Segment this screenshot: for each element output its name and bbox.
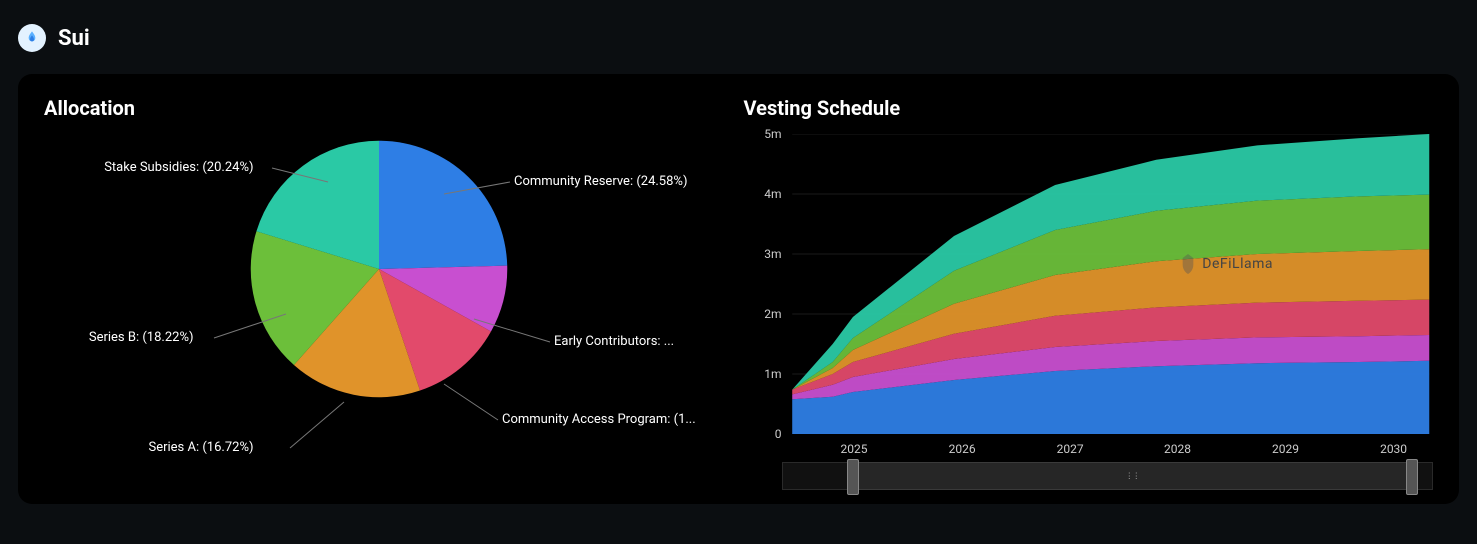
pie-label-stake-subsidies: Stake Subsidies: (20.24%) [104,160,253,175]
ytick-2m: 2m [754,307,782,321]
xtick-2027: 2027 [1057,442,1084,456]
ytick-0: 0 [754,427,782,441]
brush-selection[interactable]: ⋮⋮ [853,462,1413,490]
ytick-3m: 3m [754,247,782,261]
allocation-chart[interactable]: Community Reserve: (24.58%) Early Contri… [44,134,734,474]
vesting-title: Vesting Schedule [744,96,1434,120]
ytick-4m: 4m [754,187,782,201]
vesting-chart[interactable]: 5m 4m 3m 2m 1m 0 2025 2026 2027 2028 202… [754,134,1434,434]
ytick-5m: 5m [754,127,782,141]
pie-label-community-access: Community Access Program: (1... [502,412,696,427]
time-brush[interactable]: ⋮⋮ [782,462,1434,490]
pie-label-early-contributors: Early Contributors: ... [554,334,674,349]
xtick-2025: 2025 [841,442,868,456]
sui-logo-icon [18,24,46,52]
page-title: Sui [58,26,90,51]
page-header: Sui [0,0,1477,60]
brush-grip-icon: ⋮⋮ [1125,472,1139,481]
xtick-2026: 2026 [949,442,976,456]
xtick-2029: 2029 [1272,442,1299,456]
allocation-section: Allocation Community Reserve: (24.58%) E… [44,96,734,478]
vesting-section: Vesting Schedule 5m 4m 3m 2m 1m 0 2025 2… [744,96,1434,478]
xtick-2028: 2028 [1164,442,1191,456]
pie-label-community-reserve: Community Reserve: (24.58%) [514,174,687,189]
allocation-title: Allocation [44,96,734,120]
brush-handle-right[interactable] [1406,459,1418,495]
charts-panel: Allocation Community Reserve: (24.58%) E… [18,74,1459,504]
ytick-1m: 1m [754,367,782,381]
pie-label-series-a: Series A: (16.72%) [148,440,253,455]
pie-label-series-b: Series B: (18.22%) [89,330,194,345]
xtick-2030: 2030 [1380,442,1407,456]
brush-handle-left[interactable] [847,459,859,495]
